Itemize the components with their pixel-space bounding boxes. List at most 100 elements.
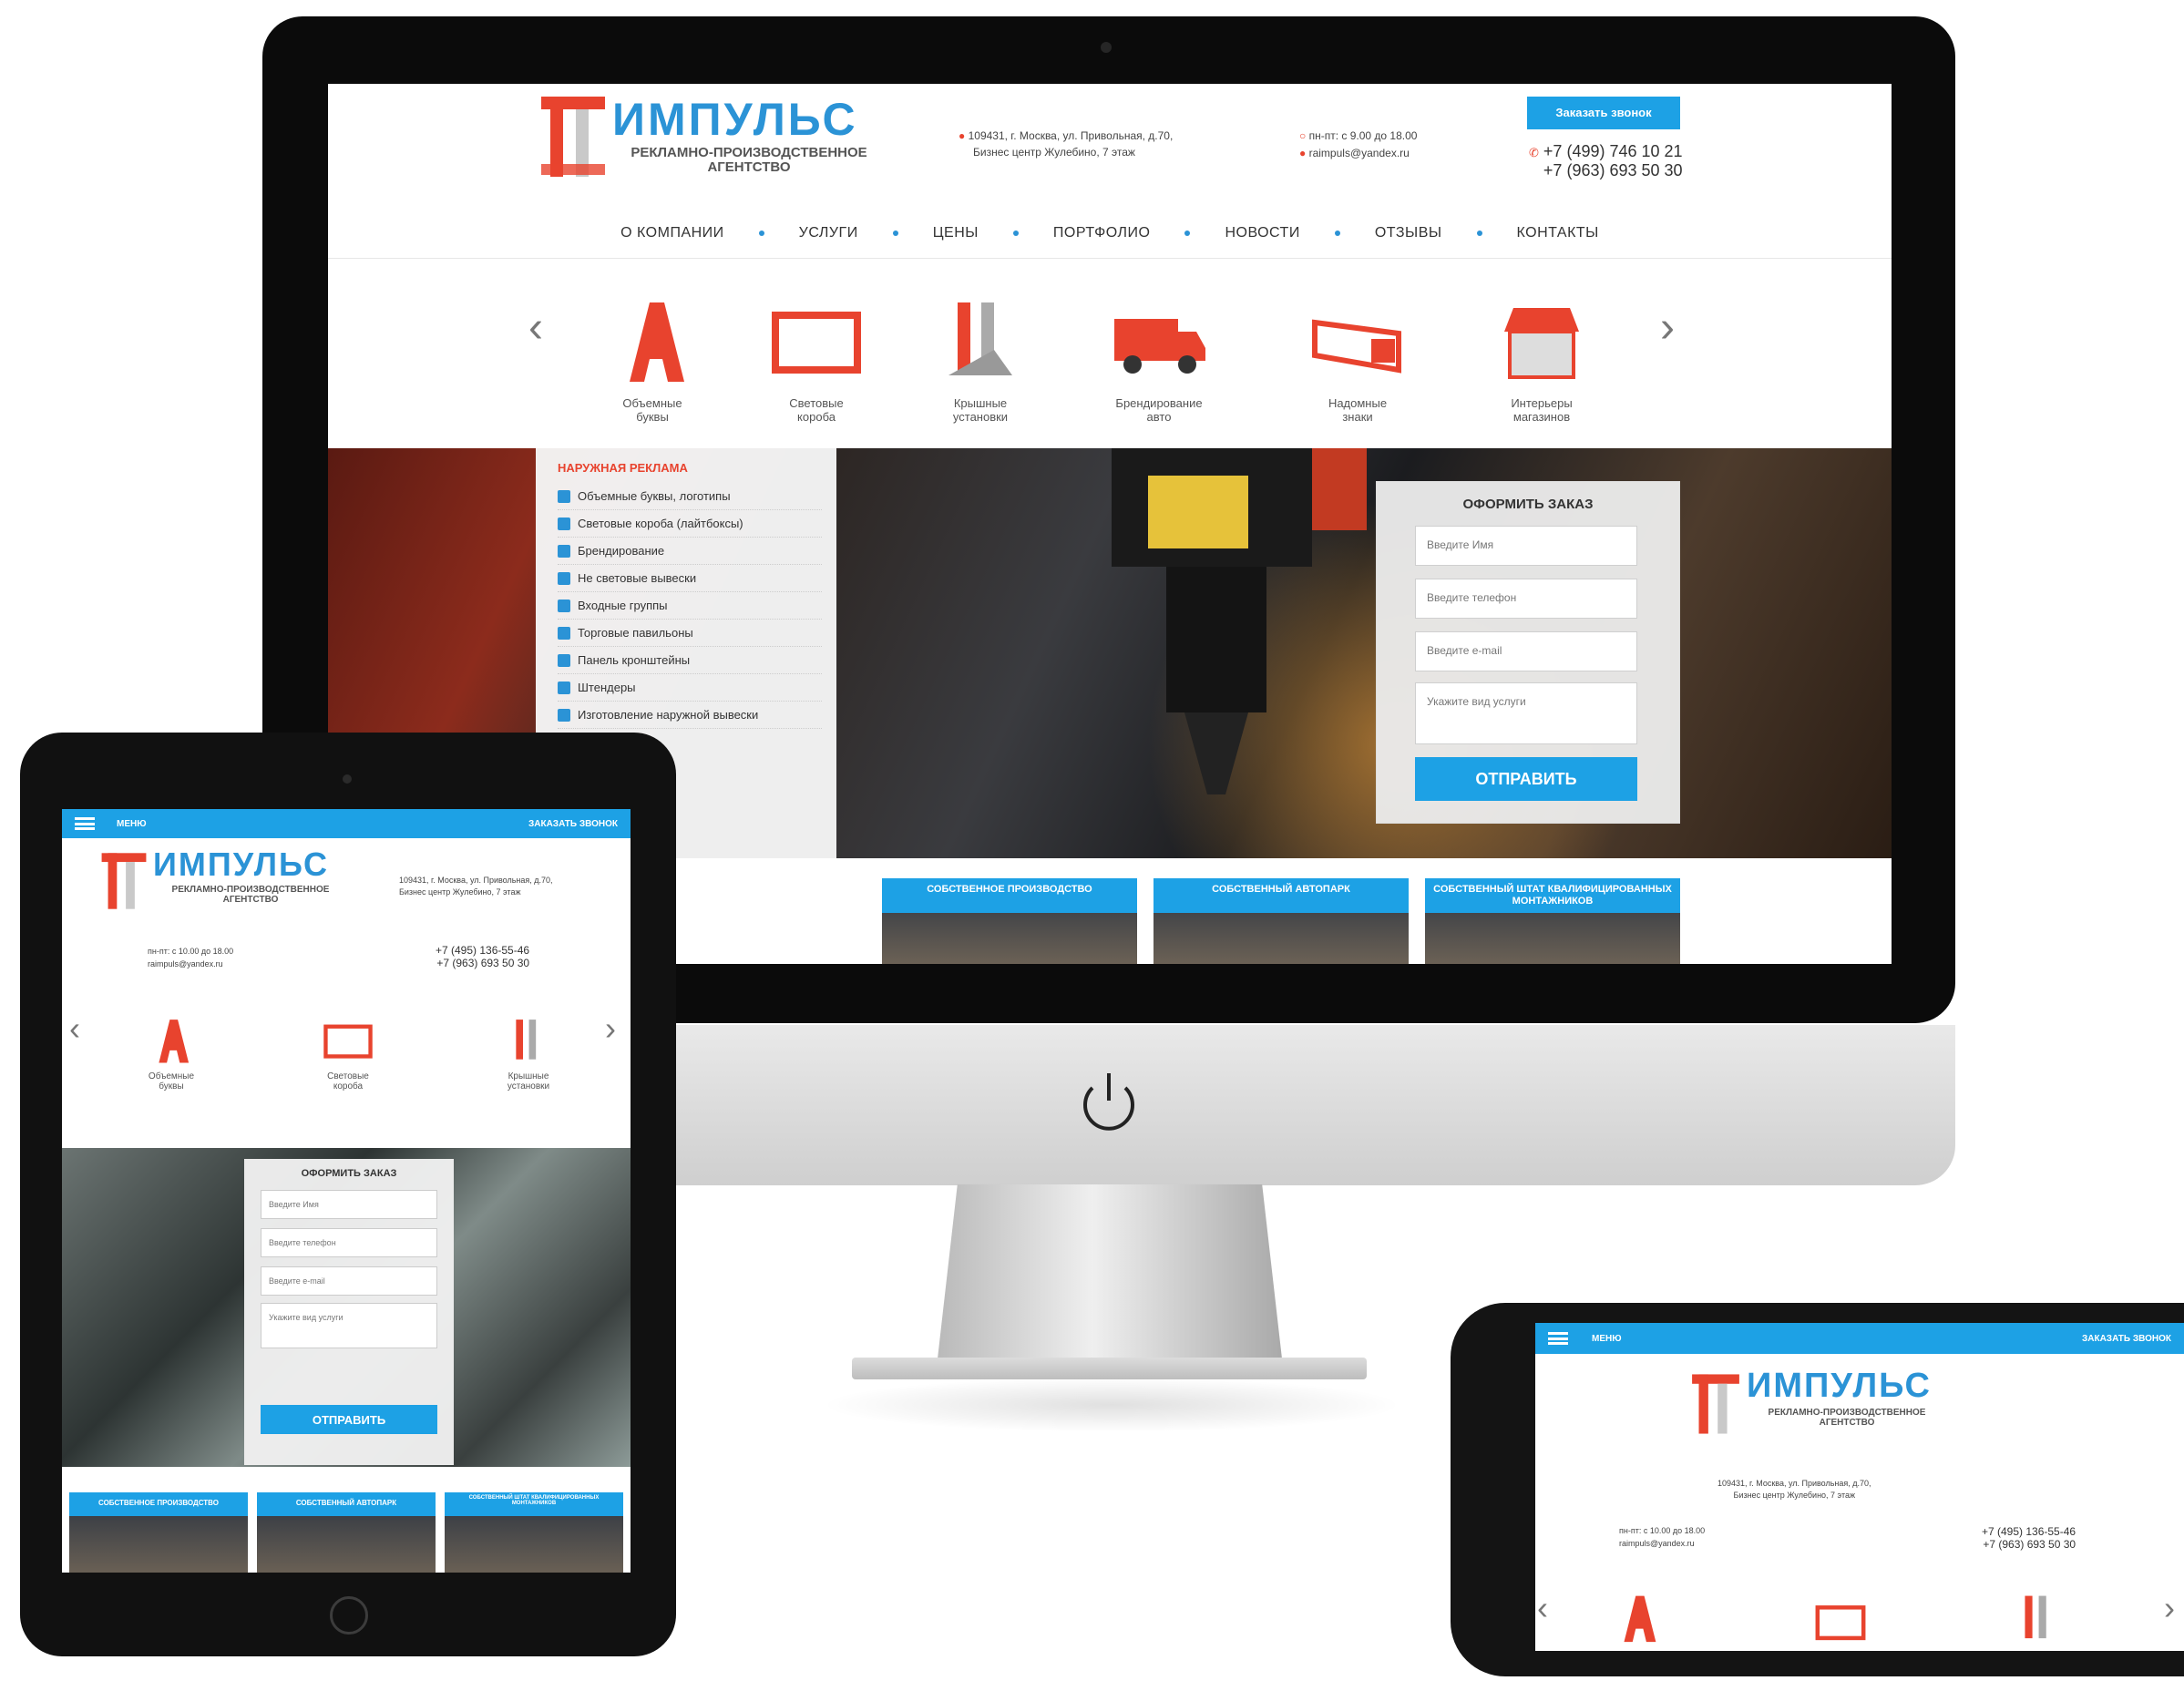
phone-2[interactable]: +7 (963) 693 50 30 [1529, 161, 1683, 180]
feature-fleet[interactable]: СОБСТВЕННЫЙ АВТОПАРК [257, 1492, 436, 1573]
nav-separator [892, 230, 898, 236]
category-label: магазинов [1512, 409, 1571, 424]
callback-link[interactable]: ЗАКАЗАТЬ ЗВОНОК [528, 819, 618, 829]
address-line2: Бизнес центр Жулебино, 7 этаж [973, 146, 1135, 159]
sidebar-item-label: Торговые павильоны [578, 626, 693, 640]
carousel-prev-arrow[interactable]: ‹ [528, 302, 543, 353]
brand-subtitle-line2: АГЕНТСТВО [707, 159, 791, 175]
category-label: Надомные [1328, 395, 1388, 410]
contacts: пн-пт: с 10.00 до 18.00 raimpuls@yandex.r… [1619, 1525, 1705, 1550]
check-icon [558, 708, 570, 722]
check-icon [558, 571, 570, 585]
mail-icon: ● [1299, 147, 1307, 160]
nav-prices[interactable]: ЦЕНЫ [933, 225, 979, 241]
sidebar-item[interactable]: Брендирование [558, 538, 822, 565]
carousel-next-arrow[interactable]: › [605, 1009, 616, 1048]
carousel-next-arrow[interactable]: › [1660, 302, 1675, 353]
carousel-prev-arrow[interactable]: ‹ [1537, 1589, 1548, 1627]
email-link[interactable]: raimpuls@yandex.ru [1619, 1538, 1705, 1551]
category-lightbox[interactable]: Световые короба [753, 295, 880, 425]
feature-production[interactable]: СОБСТВЕННОЕ ПРОИЗВОДСТВО [882, 878, 1137, 964]
category-label: Объемные [148, 1071, 195, 1081]
email-input[interactable]: Введите e-mail [261, 1266, 437, 1296]
carousel-next-arrow[interactable]: › [2164, 1589, 2175, 1627]
category-label: знаки [1342, 409, 1373, 424]
submit-button[interactable]: ОТПРАВИТЬ [1415, 757, 1637, 801]
address-line2: Бизнес центр Жулебино, 7 этаж [1733, 1490, 1855, 1500]
phone-1[interactable]: +7 (495) 136-55-46 [436, 944, 529, 957]
address: 109431, г. Москва, ул. Привольная, д.70,… [399, 875, 553, 897]
carousel-prev-arrow[interactable]: ‹ [69, 1009, 80, 1048]
nav-news[interactable]: НОВОСТИ [1225, 225, 1299, 241]
phones: +7 (495) 136-55-46 +7 (963) 693 50 30 [436, 944, 529, 969]
tablet-topbar: МЕНЮ ЗАКАЗАТЬ ЗВОНОК [62, 809, 631, 838]
nav-reviews[interactable]: ОТЗЫВЫ [1375, 225, 1442, 241]
nav-portfolio[interactable]: ПОРТФОЛИО [1053, 225, 1151, 241]
phone-input[interactable]: Введите телефон [261, 1228, 437, 1257]
order-form: ОФОРМИТЬ ЗАКАЗ Введите Имя Введите телеф… [244, 1159, 454, 1465]
service-textarea[interactable]: Укажите вид услуги [1415, 682, 1637, 744]
phone-2[interactable]: +7 (963) 693 50 30 [436, 957, 529, 969]
category-roof[interactable]: Крышные установки [474, 1013, 583, 1092]
category-label: короба [333, 1081, 364, 1091]
sidebar-item[interactable]: Панель кронштейны [558, 647, 822, 674]
phone-1[interactable]: +7 (495) 136-55-46 [1982, 1525, 2076, 1538]
sidebar-item[interactable]: Не световые вывески [558, 565, 822, 592]
category-house-signs[interactable]: Надомные знаки [1294, 295, 1421, 425]
hamburger-icon[interactable] [75, 817, 95, 830]
sidebar-item[interactable]: Изготовление наружной вывески [558, 702, 822, 729]
address-line2: Бизнес центр Жулебино, 7 этаж [399, 886, 521, 897]
menu-label[interactable]: МЕНЮ [117, 819, 147, 829]
main-nav: О КОМПАНИИ УСЛУГИ ЦЕНЫ ПОРТФОЛИО НОВОСТИ… [328, 208, 1892, 259]
category-letters[interactable]: Объемные буквы [117, 1013, 226, 1092]
brand-name: ИМПУЛЬС [1747, 1367, 1932, 1405]
phone-2[interactable]: +7 (963) 693 50 30 [1982, 1538, 2076, 1551]
feature-label: СОБСТВЕННЫЙ АВТОПАРК [257, 1492, 436, 1516]
category-roof[interactable]: Крышные установки [917, 295, 1044, 425]
feature-production[interactable]: СОБСТВЕННОЕ ПРОИЗВОДСТВО [69, 1492, 248, 1573]
sidebar-item-label: Брендирование [578, 544, 665, 558]
brand-subtitle: РЕКЛАМНО-ПРОИЗВОДСТВЕННОЕ АГЕНТСТВО [1747, 1408, 1947, 1428]
sidebar-item[interactable]: Торговые павильоны [558, 620, 822, 647]
home-button[interactable] [330, 1596, 368, 1635]
callback-link[interactable]: ЗАКАЗАТЬ ЗВОНОК [2082, 1334, 2171, 1344]
nav-contacts[interactable]: КОНТАКТЫ [1517, 225, 1599, 241]
sidebar-item-label: Не световые вывески [578, 571, 697, 585]
callback-button[interactable]: Заказать звонок [1527, 97, 1680, 129]
address: ● 109431, г. Москва, ул. Привольная, д.7… [959, 128, 1173, 160]
category-label: установки [507, 1081, 550, 1091]
phone-input[interactable]: Введите телефон [1415, 579, 1637, 619]
category-lightbox[interactable]: Световые короба [293, 1013, 403, 1092]
name-input[interactable]: Введите Имя [261, 1190, 437, 1219]
submit-button[interactable]: ОТПРАВИТЬ [261, 1405, 437, 1434]
feature-staff[interactable]: СОБСТВЕННЫЙ ШТАТ КВАЛИФИЦИРОВАННЫХ МОНТА… [445, 1492, 623, 1573]
address-line1: 109431, г. Москва, ул. Привольная, д.70, [968, 129, 1174, 142]
lightbox-icon [323, 1024, 373, 1059]
sidebar-item-label: Входные группы [578, 599, 668, 612]
sidebar-item[interactable]: Объемные буквы, логотипы [558, 483, 822, 510]
feature-staff[interactable]: СОБСТВЕННЫЙ ШТАТ КВАЛИФИЦИРОВАННЫХ МОНТА… [1425, 878, 1680, 964]
sidebar-item[interactable]: Штендеры [558, 674, 822, 702]
letter-a-icon[interactable] [1608, 1589, 1666, 1647]
name-input[interactable]: Введите Имя [1415, 526, 1637, 566]
category-interiors[interactable]: Интерьеры магазинов [1478, 295, 1605, 425]
sidebar-item[interactable]: Световые короба (лайтбоксы) [558, 510, 822, 538]
feature-fleet[interactable]: СОБСТВЕННЫЙ АВТОПАРК [1154, 878, 1409, 964]
nav-services[interactable]: УСЛУГИ [799, 225, 858, 241]
category-label: короба [797, 409, 836, 424]
hamburger-icon[interactable] [1548, 1332, 1568, 1345]
menu-label[interactable]: МЕНЮ [1592, 1334, 1622, 1344]
service-textarea[interactable]: Укажите вид услуги [261, 1303, 437, 1348]
phone-1[interactable]: +7 (499) 746 10 21 [1543, 142, 1683, 160]
category-letters[interactable]: Объемные буквы [589, 295, 716, 425]
sidebar-item[interactable]: Входные группы [558, 592, 822, 620]
email-input[interactable]: Введите e-mail [1415, 631, 1637, 671]
sidebar-item-label: Световые короба (лайтбоксы) [578, 517, 743, 530]
check-icon [558, 681, 570, 694]
lightbox-icon[interactable] [1809, 1596, 1872, 1647]
category-car[interactable]: Брендирование авто [1086, 295, 1232, 425]
nav-about[interactable]: О КОМПАНИИ [620, 225, 724, 241]
roof-sign-icon[interactable] [2009, 1589, 2067, 1647]
email-link[interactable]: raimpuls@yandex.ru [148, 958, 233, 971]
email-link[interactable]: raimpuls@yandex.ru [1309, 147, 1410, 159]
